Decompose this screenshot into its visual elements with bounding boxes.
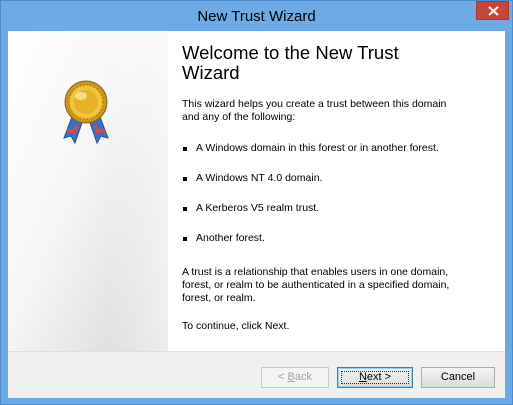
title-bar[interactable]: New Trust Wizard (1, 1, 512, 31)
intro-line2: and any of the following: (182, 111, 296, 123)
back-rest: ack (294, 371, 312, 383)
page-title: Welcome to the New Trust Wizard (182, 43, 482, 83)
description-line2: forest, or realm to be authenticated in … (182, 279, 450, 291)
continue-instruction: To continue, click Next. (182, 320, 290, 332)
award-ribbon-icon (63, 80, 109, 145)
trust-description: A trust is a relationship that enables u… (182, 266, 472, 305)
description-line1: A trust is a relationship that enables u… (182, 266, 449, 278)
wizard-client-area: Welcome to the New Trust Wizard This wiz… (8, 31, 505, 398)
list-item: A Kerberos V5 realm trust. (182, 202, 482, 232)
close-button[interactable] (476, 1, 509, 20)
next-button[interactable]: Next > (337, 367, 413, 388)
back-button[interactable]: < Back (261, 367, 329, 388)
close-icon (488, 6, 499, 16)
wizard-window: New Trust Wizard Welcome to the New Trus… (0, 0, 513, 405)
back-prefix: < (278, 371, 288, 383)
description-line3: forest, or realm. (182, 292, 256, 304)
page-title-line1: Welcome to the New Trust (182, 42, 399, 63)
intro-text: This wizard helps you create a trust bet… (182, 98, 472, 124)
list-item: A Windows NT 4.0 domain. (182, 172, 482, 202)
trust-type-list: A Windows domain in this forest or in an… (182, 142, 482, 262)
back-mnemonic: B (287, 371, 295, 383)
window-title: New Trust Wizard (197, 8, 316, 25)
list-item: Another forest. (182, 232, 482, 262)
wizard-content: Welcome to the New Trust Wizard This wiz… (182, 43, 482, 333)
focus-rectangle (341, 371, 409, 384)
intro-line1: This wizard helps you create a trust bet… (182, 98, 447, 110)
button-bar: < Back Next > Cancel (8, 352, 505, 398)
list-item: A Windows domain in this forest or in an… (182, 142, 482, 172)
cancel-button[interactable]: Cancel (421, 367, 495, 388)
page-title-line2: Wizard (182, 62, 240, 83)
